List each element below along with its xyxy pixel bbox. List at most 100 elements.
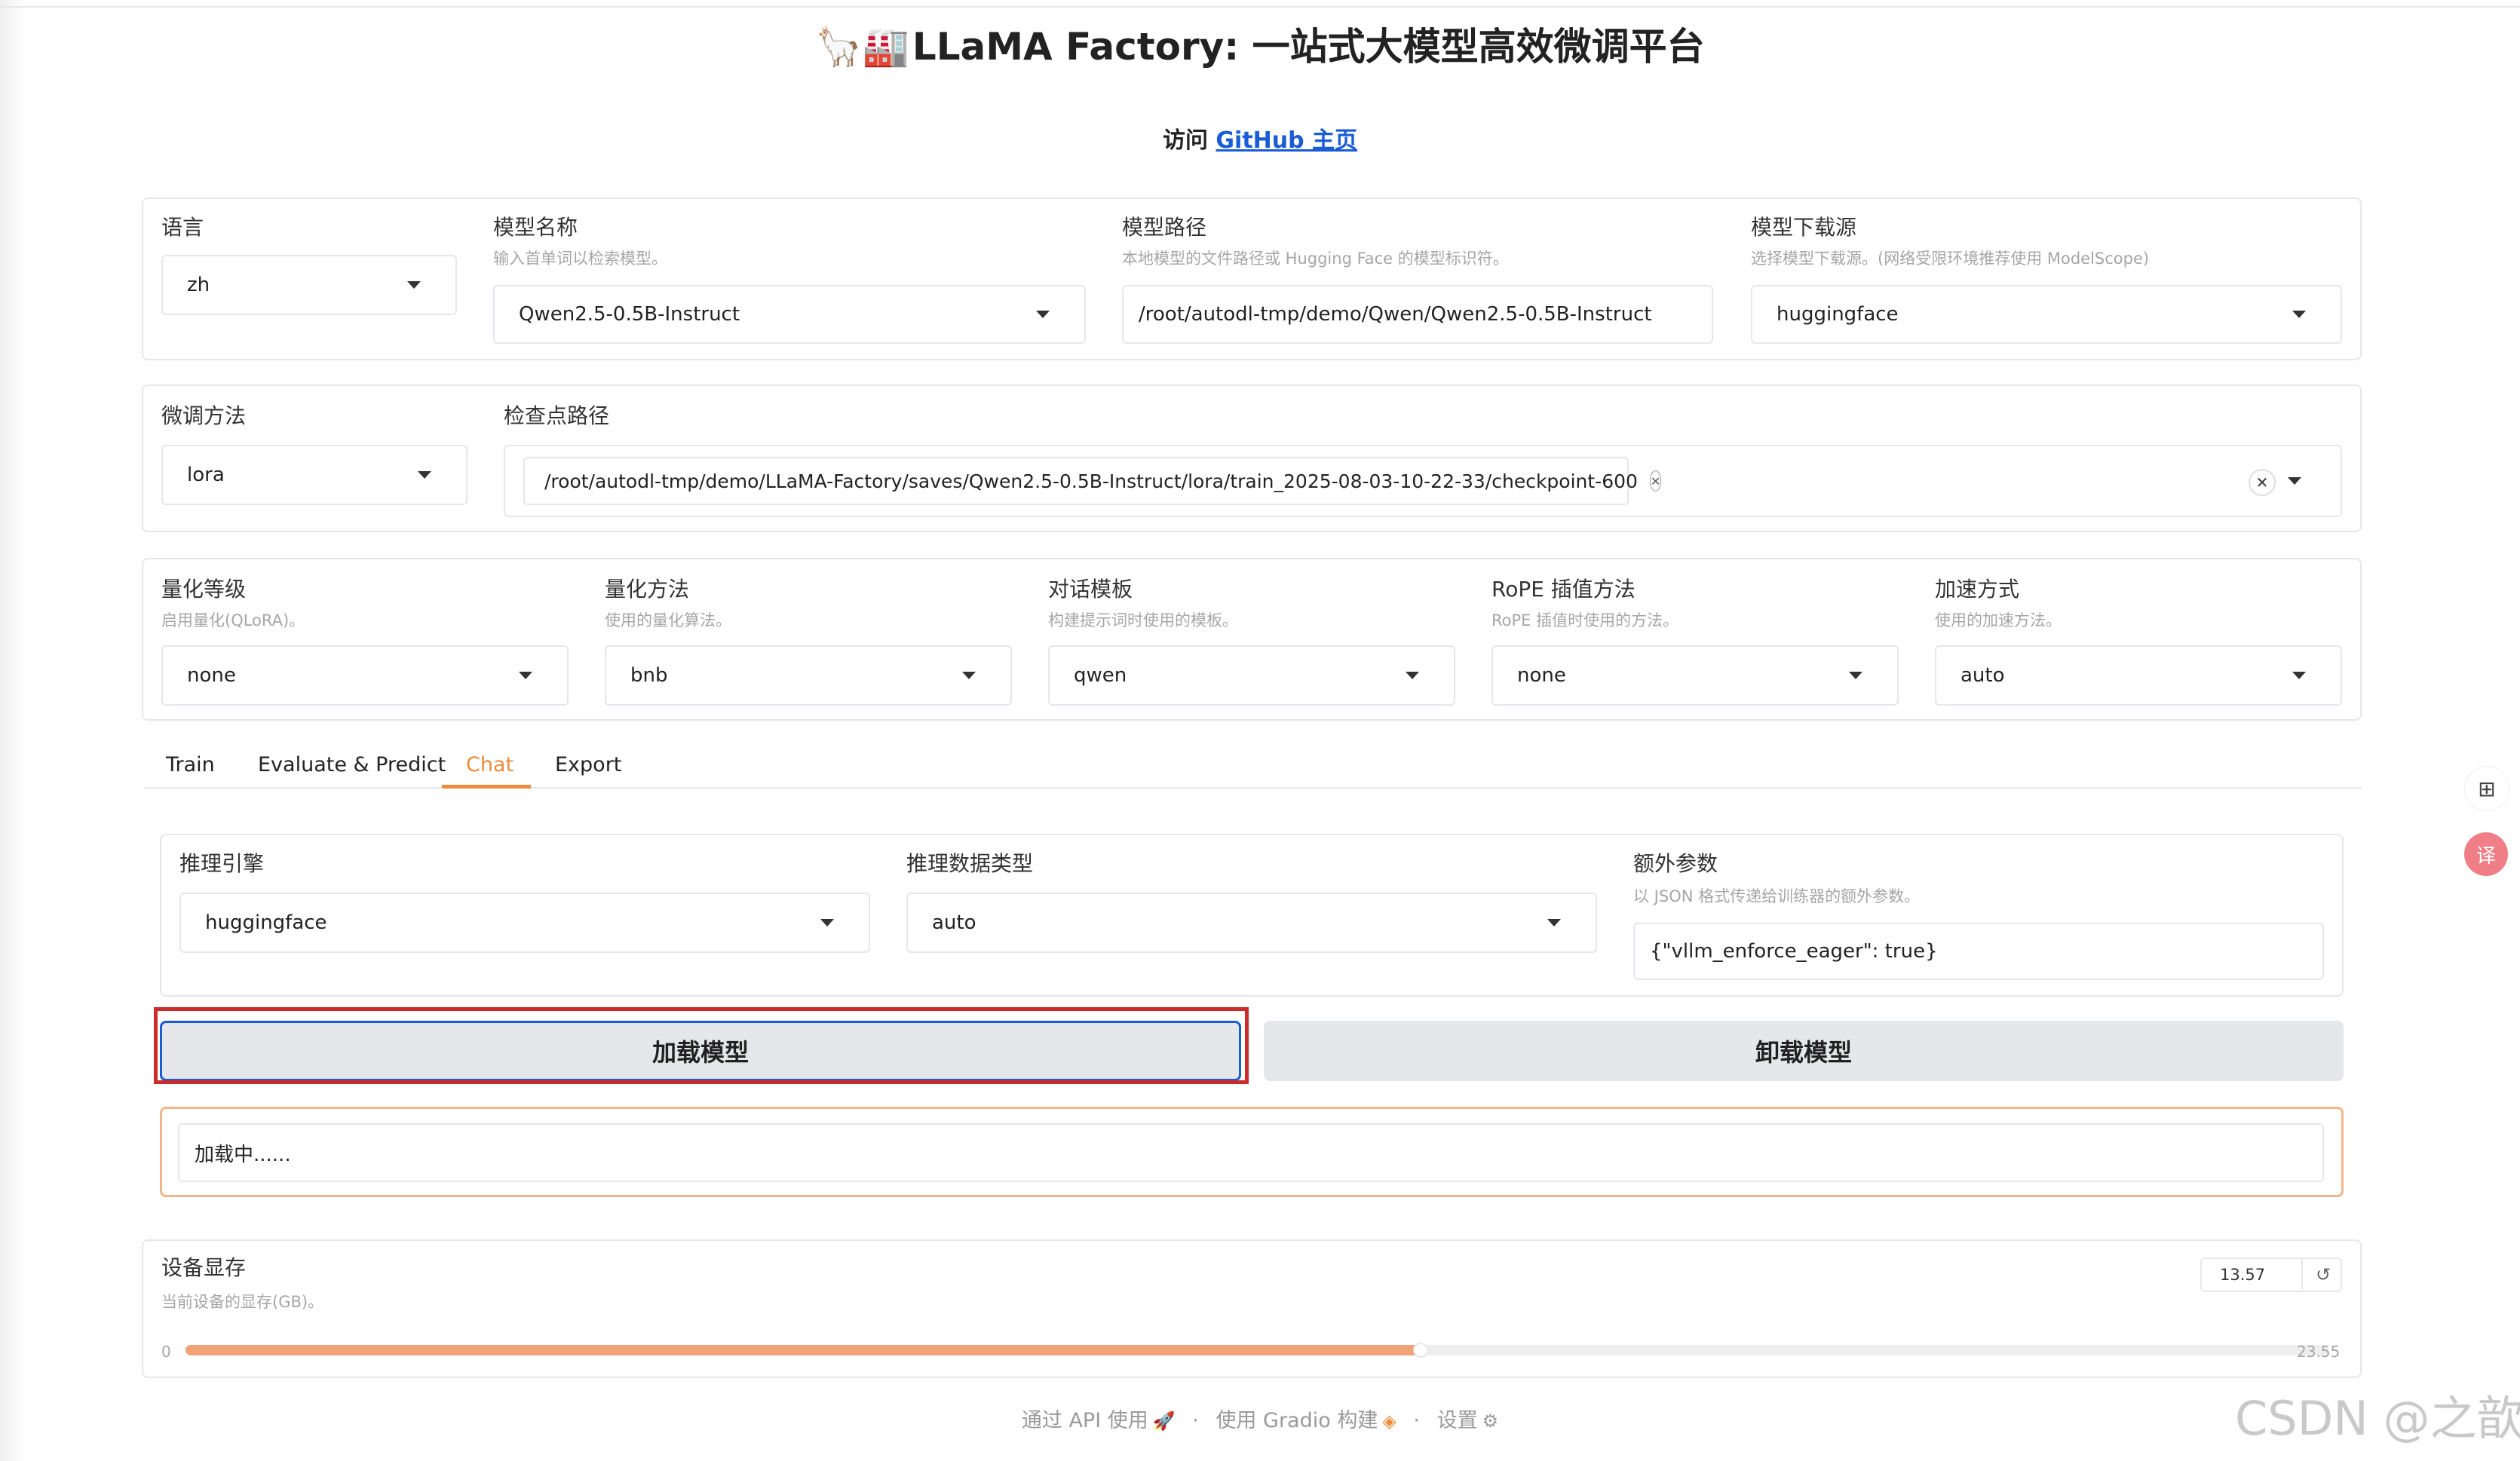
checkpoint-label: 检查点路径 bbox=[504, 403, 610, 428]
quant-method-label: 量化方法 bbox=[605, 577, 690, 602]
infer-backend-label: 推理引擎 bbox=[179, 851, 265, 876]
model-name-hint: 输入首单词以检索模型。 bbox=[493, 250, 667, 268]
extra-args-input[interactable]: {"vllm_enforce_eager": true} bbox=[1633, 923, 2324, 980]
model-path-input[interactable]: /root/autodl-tmp/demo/Qwen/Qwen2.5-0.5B-… bbox=[1122, 285, 1713, 344]
quant-bit-label: 量化等级 bbox=[161, 577, 247, 602]
template-hint: 构建提示词时使用的模板。 bbox=[1048, 611, 1238, 629]
llama-factory-icon: 🦙🏭 bbox=[815, 25, 909, 69]
booster-label: 加速方式 bbox=[1935, 577, 2020, 602]
active-tab-indicator bbox=[442, 785, 531, 789]
model-source-dropdown[interactable]: huggingface bbox=[1751, 285, 2342, 344]
finetune-method-label: 微调方法 bbox=[161, 403, 247, 428]
top-divider bbox=[0, 6, 2520, 8]
quant-method-dropdown[interactable]: bnb bbox=[605, 645, 1012, 706]
model-path-label: 模型路径 bbox=[1122, 215, 1207, 240]
gear-icon: ⚙ bbox=[1482, 1410, 1499, 1432]
memory-value: 13.57 bbox=[2220, 1266, 2266, 1284]
infer-dtype-dropdown[interactable]: auto bbox=[906, 893, 1597, 953]
tab-export[interactable]: Export bbox=[555, 748, 621, 783]
memory-hint: 当前设备的显存(GB)。 bbox=[161, 1293, 324, 1311]
tab-evaluate-predict[interactable]: Evaluate & Predict bbox=[258, 748, 446, 783]
quant-bit-hint: 启用量化(QLoRA)。 bbox=[161, 611, 305, 629]
model-name-value: Qwen2.5-0.5B-Instruct bbox=[519, 303, 740, 326]
language-label: 语言 bbox=[161, 215, 204, 240]
chevron-down-icon bbox=[2292, 311, 2306, 318]
memory-slider[interactable] bbox=[185, 1343, 2328, 1358]
memory-number-input[interactable]: 13.57 ↺ bbox=[2200, 1257, 2342, 1292]
page-title-text: LLaMA Factory: 一站式大模型高效微调平台 bbox=[912, 25, 1705, 69]
chevron-down-icon bbox=[820, 919, 834, 927]
unload-model-button[interactable]: 卸载模型 bbox=[1264, 1021, 2344, 1081]
model-path-hint: 本地模型的文件路径或 Hugging Face 的模型标识符。 bbox=[1122, 250, 1509, 268]
page-title: 🦙🏭LLaMA Factory: 一站式大模型高效微调平台 bbox=[0, 17, 2520, 77]
model-name-dropdown[interactable]: Qwen2.5-0.5B-Instruct bbox=[493, 285, 1086, 344]
rope-hint: RoPE 插值时使用的方法。 bbox=[1491, 611, 1679, 629]
booster-dropdown[interactable]: auto bbox=[1935, 645, 2342, 706]
reset-icon[interactable]: ↺ bbox=[2304, 1259, 2342, 1291]
chevron-down-icon bbox=[1849, 672, 1862, 679]
memory-label: 设备显存 bbox=[161, 1255, 247, 1280]
memory-slider-thumb[interactable] bbox=[1412, 1343, 1428, 1358]
booster-value: auto bbox=[1961, 664, 2005, 687]
slider-max: 23.55 bbox=[2297, 1343, 2341, 1361]
booster-hint: 使用的加速方法。 bbox=[1935, 611, 2062, 629]
template-label: 对话模板 bbox=[1048, 577, 1133, 602]
chevron-down-icon bbox=[418, 471, 431, 479]
red-annotation-box bbox=[154, 1007, 1249, 1084]
footer-gradio-link[interactable]: 使用 Gradio 构建 bbox=[1216, 1409, 1378, 1432]
footer-separator: · bbox=[1413, 1409, 1420, 1432]
chevron-down-icon[interactable] bbox=[2288, 477, 2301, 485]
quant-bit-value: none bbox=[187, 664, 236, 687]
window-left-edge bbox=[0, 0, 26, 1461]
rope-label: RoPE 插值方法 bbox=[1491, 577, 1636, 602]
extra-args-hint: 以 JSON 格式传递给训练器的额外参数。 bbox=[1633, 887, 1921, 905]
extra-args-label: 额外参数 bbox=[1633, 851, 1718, 876]
language-dropdown[interactable]: zh bbox=[161, 255, 457, 315]
quant-method-hint: 使用的量化算法。 bbox=[605, 611, 731, 629]
visit-prefix: 访问 bbox=[1162, 127, 1216, 154]
infer-backend-value: huggingface bbox=[205, 911, 327, 934]
checkpoint-multiselect[interactable]: /root/autodl-tmp/demo/LLaMA-Factory/save… bbox=[504, 445, 2342, 517]
infer-dtype-label: 推理数据类型 bbox=[906, 851, 1034, 876]
memory-slider-fill bbox=[185, 1345, 1421, 1355]
footer-separator: · bbox=[1192, 1409, 1199, 1432]
rope-value: none bbox=[1517, 664, 1566, 687]
clear-all-icon[interactable]: ✕ bbox=[2249, 469, 2276, 496]
screenshot-tool-icon[interactable]: ⊞ bbox=[2464, 766, 2509, 811]
checkpoint-chip-text: /root/autodl-tmp/demo/LLaMA-Factory/save… bbox=[544, 470, 1638, 492]
chevron-down-icon bbox=[1406, 672, 1419, 679]
csdn-watermark: CSDN @之歆 bbox=[2235, 1391, 2520, 1446]
rocket-icon: 🚀 bbox=[1152, 1410, 1176, 1432]
finetune-method-value: lora bbox=[187, 464, 225, 486]
status-text: 加载中...... bbox=[195, 1143, 291, 1166]
footer-settings-link[interactable]: 设置 bbox=[1437, 1409, 1478, 1432]
gradio-logo-icon: ◈ bbox=[1382, 1410, 1396, 1432]
extra-args-value: {"vllm_enforce_eager": true} bbox=[1650, 940, 1938, 963]
chevron-down-icon bbox=[1036, 311, 1050, 318]
chip-remove-icon[interactable]: ✕ bbox=[1649, 470, 1662, 492]
chevron-down-icon bbox=[2292, 672, 2306, 679]
model-path-value: /root/autodl-tmp/demo/Qwen/Qwen2.5-0.5B-… bbox=[1139, 303, 1652, 326]
model-source-label: 模型下载源 bbox=[1751, 215, 1857, 240]
infer-backend-dropdown[interactable]: huggingface bbox=[179, 893, 870, 953]
slider-min: 0 bbox=[161, 1343, 171, 1361]
language-value: zh bbox=[187, 274, 210, 296]
rope-dropdown[interactable]: none bbox=[1491, 645, 1899, 706]
github-link[interactable]: GitHub 主页 bbox=[1216, 127, 1357, 154]
chevron-down-icon bbox=[1547, 919, 1561, 927]
quant-bit-dropdown[interactable]: none bbox=[161, 645, 569, 706]
translate-icon[interactable]: 译 bbox=[2464, 832, 2508, 876]
footer-api-link[interactable]: 通过 API 使用 bbox=[1022, 1409, 1148, 1432]
chevron-down-icon bbox=[519, 672, 532, 679]
model-name-label: 模型名称 bbox=[493, 215, 578, 240]
memory-panel bbox=[142, 1239, 2362, 1378]
tab-train[interactable]: Train bbox=[166, 748, 215, 783]
template-value: qwen bbox=[1074, 664, 1127, 687]
tab-chat[interactable]: Chat bbox=[466, 748, 514, 783]
status-textbox[interactable]: 加载中...... bbox=[178, 1123, 2324, 1182]
checkpoint-chip: /root/autodl-tmp/demo/LLaMA-Factory/save… bbox=[523, 457, 1662, 505]
template-dropdown[interactable]: qwen bbox=[1048, 645, 1455, 706]
finetune-method-dropdown[interactable]: lora bbox=[161, 445, 468, 505]
quant-method-value: bnb bbox=[630, 664, 668, 687]
chevron-down-icon bbox=[962, 672, 976, 679]
